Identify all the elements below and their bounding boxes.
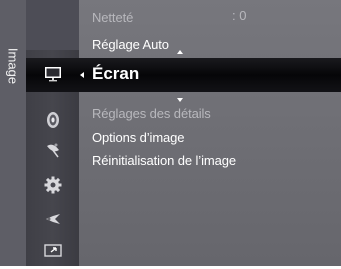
- left-arrow-icon: [80, 72, 84, 78]
- menu-item-reglages-details[interactable]: Réglages des détails: [92, 106, 211, 121]
- menu-item-nettete[interactable]: Netteté: [92, 10, 133, 25]
- menu-item-reglage-auto[interactable]: Réglage Auto: [92, 37, 169, 52]
- menu-item-ecran[interactable]: Écran: [92, 64, 139, 84]
- scroll-down-arrow: [177, 98, 183, 102]
- tv-osd-menu: Image Netteté: 0 Réglage Auto Écran Rég…: [0, 0, 341, 266]
- icon-column-top: [26, 0, 79, 50]
- selected-item-bar[interactable]: [26, 58, 341, 92]
- menu-item-nettete-value: : 0: [232, 8, 247, 23]
- monitor-icon[interactable]: [43, 63, 63, 83]
- category-tab-label: Image: [5, 47, 21, 85]
- menu-item-options-image[interactable]: Options d’image: [92, 130, 185, 145]
- scroll-up-arrow: [177, 50, 183, 54]
- menu-item-reinitialisation[interactable]: Réinitialisation de l’image: [92, 153, 236, 168]
- satellite-icon[interactable]: [43, 140, 63, 160]
- speaker-icon[interactable]: [43, 110, 63, 130]
- input-icon[interactable]: [43, 240, 63, 260]
- plug-icon[interactable]: [43, 209, 63, 229]
- gear-icon[interactable]: [43, 175, 63, 195]
- category-tab: Image: [0, 0, 26, 266]
